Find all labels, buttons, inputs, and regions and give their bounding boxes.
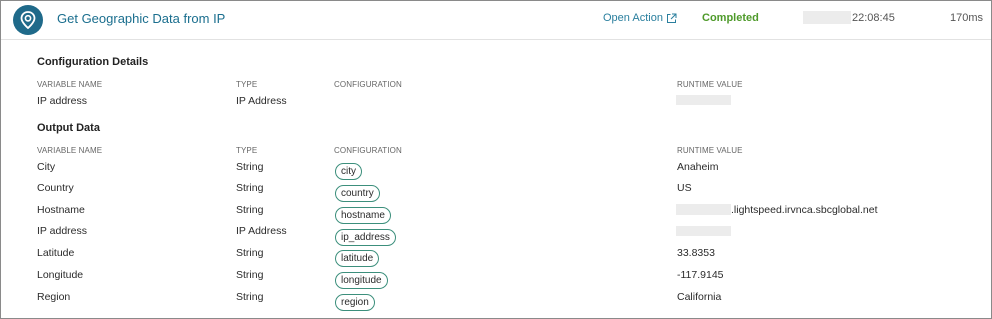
config-pill-ip-address[interactable]: ip_address bbox=[335, 229, 396, 246]
config-col-runtime: RUNTIME VALUE bbox=[677, 80, 743, 89]
output-row-variable: Hostname bbox=[37, 204, 85, 216]
action-header: Get Geographic Data from IP Open Action … bbox=[1, 1, 991, 39]
output-row-variable: City bbox=[37, 161, 56, 173]
output-row-runtime: 33.8353 bbox=[677, 247, 715, 259]
external-link-icon bbox=[666, 13, 677, 23]
redacted-runtime-value bbox=[676, 226, 731, 236]
open-action-label: Open Action bbox=[603, 12, 663, 24]
output-row-type: String bbox=[236, 291, 264, 303]
output-row-runtime: California bbox=[677, 291, 722, 303]
action-result-panel: Get Geographic Data from IP Open Action … bbox=[0, 0, 992, 319]
output-row-runtime: -117.9145 bbox=[677, 269, 724, 281]
output-section-title: Output Data bbox=[37, 122, 100, 134]
status-badge: Completed bbox=[702, 12, 759, 24]
duration: 170ms bbox=[950, 12, 984, 24]
config-col-type: TYPE bbox=[236, 80, 258, 89]
config-pill-city[interactable]: city bbox=[335, 163, 362, 180]
output-row-variable: Country bbox=[37, 182, 74, 194]
output-row-type: String bbox=[236, 204, 264, 216]
redacted-date bbox=[803, 11, 851, 24]
output-row-type: String bbox=[236, 269, 264, 281]
output-row-runtime: .lightspeed.irvnca.sbcglobal.net bbox=[731, 204, 878, 216]
output-col-variable: VARIABLE NAME bbox=[37, 146, 103, 155]
output-row-type: String bbox=[236, 161, 264, 173]
config-col-configuration: CONFIGURATION bbox=[334, 80, 402, 89]
config-section-title: Configuration Details bbox=[37, 56, 149, 68]
output-row-variable: IP address bbox=[37, 225, 88, 237]
header-divider bbox=[1, 39, 991, 40]
output-row-runtime: Anaheim bbox=[677, 161, 719, 173]
config-row-type: IP Address bbox=[236, 95, 287, 107]
config-pill-hostname[interactable]: hostname bbox=[335, 207, 391, 224]
output-row-variable: Longitude bbox=[37, 269, 84, 281]
output-col-runtime: RUNTIME VALUE bbox=[677, 146, 743, 155]
redacted-hostname-prefix bbox=[676, 204, 731, 215]
map-pin-icon bbox=[13, 5, 43, 35]
config-pill-longitude[interactable]: longitude bbox=[335, 272, 388, 289]
output-row-type: IP Address bbox=[236, 225, 287, 237]
config-pill-region[interactable]: region bbox=[335, 294, 375, 311]
open-action-link[interactable]: Open Action bbox=[603, 12, 677, 24]
action-title[interactable]: Get Geographic Data from IP bbox=[57, 11, 225, 26]
config-col-variable: VARIABLE NAME bbox=[37, 80, 103, 89]
output-row-type: String bbox=[236, 247, 264, 259]
output-row-variable: Latitude bbox=[37, 247, 75, 259]
output-row-runtime: US bbox=[677, 182, 692, 194]
output-row-variable: Region bbox=[37, 291, 71, 303]
output-col-configuration: CONFIGURATION bbox=[334, 146, 402, 155]
config-row-variable: IP address bbox=[37, 95, 88, 107]
redacted-runtime-value bbox=[676, 95, 731, 105]
output-row-type: String bbox=[236, 182, 264, 194]
config-pill-latitude[interactable]: latitude bbox=[335, 250, 380, 267]
config-pill-country[interactable]: country bbox=[335, 185, 380, 202]
timestamp: 22:08:45 bbox=[852, 12, 895, 24]
output-col-type: TYPE bbox=[236, 146, 258, 155]
